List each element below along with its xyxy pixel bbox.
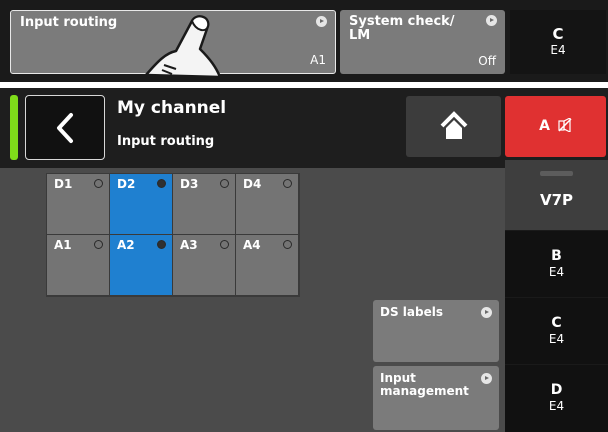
ds-labels-button[interactable]: DS labels: [373, 300, 499, 362]
cell-label: D3: [180, 177, 199, 191]
cell-label: D1: [54, 177, 73, 191]
status-dot: [157, 240, 166, 249]
chevron-left-icon: [57, 113, 73, 143]
channel-tab-v7p[interactable]: V7P: [505, 160, 608, 230]
status-dot: [283, 240, 292, 249]
mute-button[interactable]: A: [505, 96, 606, 157]
channel-letter: C: [551, 315, 562, 331]
status-dot: [220, 240, 229, 249]
status-dot: [283, 179, 292, 188]
ds-labels-label: DS labels: [380, 305, 443, 319]
status-dot: [157, 179, 166, 188]
arrow-right-icon: [481, 373, 492, 384]
cell-label: A3: [180, 238, 198, 252]
cell-label: D4: [243, 177, 262, 191]
top-channel-button[interactable]: C E4: [510, 10, 606, 74]
routing-cell-a2[interactable]: A2: [110, 235, 172, 295]
page-subtitle: Input routing: [117, 134, 215, 149]
channel-tab-b[interactable]: B E4: [505, 231, 608, 297]
input-routing-value: A1: [310, 53, 326, 67]
routing-cell-d2[interactable]: D2: [110, 174, 172, 234]
channel-tab-c[interactable]: C E4: [505, 298, 608, 364]
page-title: My channel: [117, 98, 227, 118]
channel-letter: V7P: [539, 191, 574, 209]
input-routing-button[interactable]: Input routing A1: [10, 10, 336, 77]
input-routing-label: Input routing: [20, 15, 118, 30]
input-management-label: Input management: [380, 371, 469, 398]
cell-label: D2: [117, 177, 136, 191]
home-button[interactable]: [406, 96, 501, 157]
arrow-right-icon: [486, 15, 497, 26]
cell-label: A2: [117, 238, 135, 252]
routing-cell-d1[interactable]: D1: [47, 174, 109, 234]
arrow-right-icon: [316, 16, 327, 27]
system-check-label: System check/ LM: [349, 14, 455, 43]
drag-handle: [540, 171, 573, 176]
channel-sub: E4: [550, 43, 566, 57]
routing-cell-a4[interactable]: A4: [236, 235, 298, 295]
status-dot: [220, 179, 229, 188]
home-icon: [440, 111, 468, 139]
routing-cell-a3[interactable]: A3: [173, 235, 235, 295]
channel-letter: D: [550, 382, 563, 398]
input-management-button[interactable]: Input management: [373, 366, 499, 430]
back-button[interactable]: [25, 95, 105, 160]
routing-cell-a1[interactable]: A1: [47, 235, 109, 295]
cell-label: A1: [54, 238, 72, 252]
finger-tap-icon: [144, 15, 222, 77]
cell-label: A4: [243, 238, 261, 252]
routing-cell-d3[interactable]: D3: [173, 174, 235, 234]
system-check-button[interactable]: System check/ LM Off: [340, 10, 505, 74]
status-dot: [94, 240, 103, 249]
active-indicator: [10, 95, 18, 160]
status-dot: [94, 179, 103, 188]
channel-letter: B: [551, 248, 562, 264]
channel-sub: E4: [548, 399, 565, 413]
system-check-value: Off: [478, 54, 496, 68]
speaker-muted-icon: [558, 117, 572, 133]
channel-sub: E4: [548, 332, 565, 346]
arrow-right-icon: [481, 307, 492, 318]
mute-channel-label: A: [539, 118, 550, 134]
channel-sub: E4: [548, 265, 565, 279]
routing-cell-d4[interactable]: D4: [236, 174, 298, 234]
channel-tab-d[interactable]: D E4: [505, 365, 608, 432]
channel-letter: C: [552, 25, 564, 43]
